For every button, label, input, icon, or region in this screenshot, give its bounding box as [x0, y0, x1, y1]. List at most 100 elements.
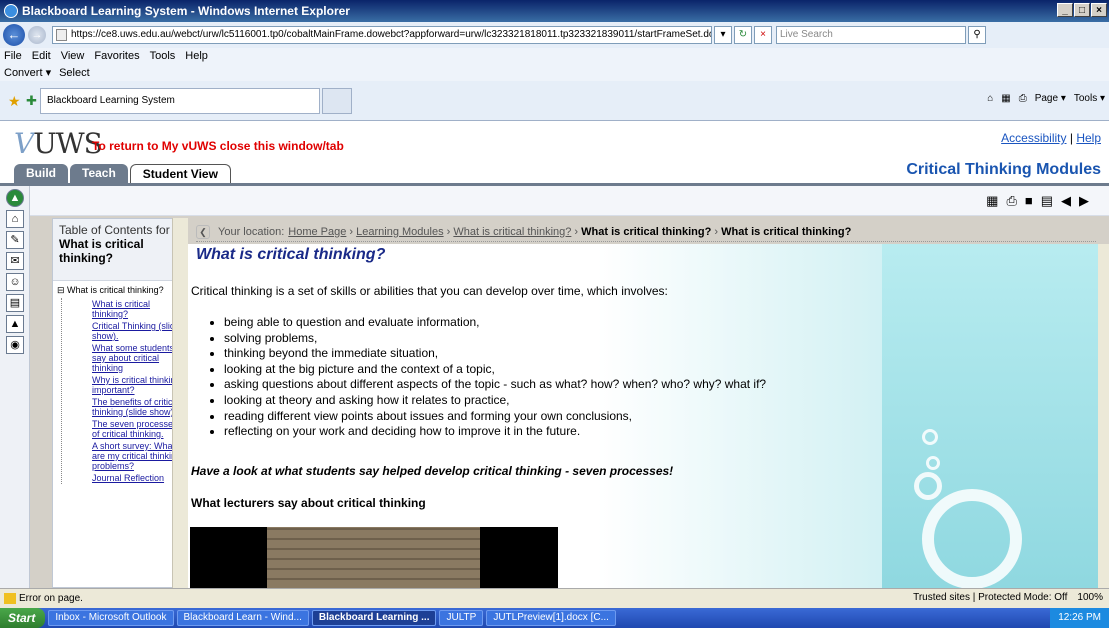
toc-subject: What is critical thinking?: [59, 237, 144, 265]
url-field[interactable]: https://ce8.uws.edu.au/webct/urw/lc51160…: [52, 26, 712, 44]
circle-decoration: [922, 429, 938, 445]
menu-favorites[interactable]: Favorites: [94, 50, 139, 62]
task-jultp[interactable]: JULTP: [439, 610, 484, 626]
menu-tools[interactable]: Tools: [150, 50, 176, 62]
page-menu[interactable]: Page ▾: [1035, 93, 1066, 104]
status-right: Trusted sites | Protected Mode: Off 100%: [913, 592, 1103, 603]
content-rail-icon[interactable]: ▤: [6, 294, 24, 312]
left-rail: ▲ ⌂ ✎ ✉ ☺ ▤ ▲ ◉: [0, 186, 30, 588]
search-input[interactable]: Live Search: [776, 26, 966, 44]
seven-processes-text: Have a look at what students say helped …: [191, 464, 674, 478]
refresh-icon[interactable]: ↻: [734, 26, 752, 44]
module-title: Critical Thinking Modules: [906, 161, 1101, 178]
link-separator: |: [1069, 131, 1073, 145]
tab-build[interactable]: Build: [14, 164, 68, 183]
url-dropdown-icon[interactable]: ▾: [714, 26, 732, 44]
close-button[interactable]: ×: [1091, 3, 1107, 17]
status-message: Error on page.: [19, 593, 83, 604]
menu-help[interactable]: Help: [185, 50, 208, 62]
clock[interactable]: 12:26 PM: [1058, 612, 1101, 623]
warning-icon[interactable]: [4, 593, 16, 604]
help-link[interactable]: Help: [1076, 131, 1101, 145]
content-scrollbar[interactable]: [1098, 244, 1109, 588]
browser-tab[interactable]: Blackboard Learning System: [40, 87, 320, 114]
tab-student-view[interactable]: Student View: [129, 164, 231, 183]
toc-root[interactable]: ⊟ What is critical thinking?: [53, 281, 187, 298]
breadcrumb-topic[interactable]: What is critical thinking?: [453, 226, 571, 238]
add-favorite-icon[interactable]: ✚: [26, 93, 37, 109]
collapse-icon[interactable]: ▲: [6, 189, 24, 207]
discussion-rail-icon[interactable]: ✉: [6, 252, 24, 270]
maximize-button[interactable]: □: [1074, 3, 1090, 17]
list-item: solving problems,: [224, 331, 766, 347]
minimize-button[interactable]: _: [1057, 3, 1073, 17]
zoom-level[interactable]: 100%: [1077, 592, 1103, 603]
new-tab-button[interactable]: [322, 87, 352, 114]
status-bar: Error on page. Trusted sites | Protected…: [0, 588, 1109, 608]
intro-text: Critical thinking is a set of skills or …: [191, 284, 668, 298]
feeds-icon[interactable]: ▦: [1001, 93, 1010, 104]
convert-button[interactable]: Convert ▾: [4, 66, 51, 79]
home-icon[interactable]: ⌂: [987, 93, 993, 104]
breadcrumb-home[interactable]: Home Page: [288, 226, 346, 238]
print-icon[interactable]: ⎙: [1019, 93, 1027, 104]
task-blackboard-learning[interactable]: Blackboard Learning ...: [311, 610, 437, 626]
accessibility-link[interactable]: Accessibility: [1001, 131, 1066, 145]
table-of-contents: Table of Contents for What is critical t…: [52, 218, 188, 588]
forward-button[interactable]: →: [28, 26, 46, 44]
home-rail-icon[interactable]: ⌂: [6, 210, 24, 228]
taskbar: Start Inbox - Microsoft Outlook Blackboa…: [0, 608, 1109, 628]
tab-teach[interactable]: Teach: [70, 164, 128, 183]
breadcrumb-prefix: Your location:: [218, 225, 285, 238]
favorites-star-icon[interactable]: ★: [8, 93, 21, 110]
tools-rail-icon[interactable]: ✎: [6, 231, 24, 249]
window-controls: _ □ ×: [1057, 3, 1107, 17]
page-icon: [56, 29, 67, 41]
address-bar: ← → https://ce8.uws.edu.au/webct/urw/lc5…: [0, 22, 1109, 48]
back-arrow-icon[interactable]: ❮: [196, 224, 210, 239]
back-button[interactable]: ←: [3, 24, 25, 46]
print-page-icon[interactable]: ⎙: [1006, 193, 1016, 209]
circle-decoration: [922, 489, 1022, 588]
toc-scrollbar[interactable]: [172, 218, 188, 588]
return-message: To return to My vUWS close this window/t…: [92, 139, 344, 153]
toc-items: What is critical thinking? Critical Thin…: [61, 298, 187, 484]
content-tools: ▦ ⎙ ■ ▤ ◀ ▶: [986, 193, 1089, 209]
security-zone: Trusted sites | Protected Mode: Off: [913, 592, 1068, 603]
previous-icon[interactable]: ◀: [1061, 193, 1071, 209]
bookmark-icon[interactable]: ▦: [986, 193, 998, 209]
search-icon[interactable]: ⚲: [968, 26, 986, 44]
window-title-bar: Blackboard Learning System - Windows Int…: [0, 0, 1109, 22]
breadcrumb-current-page: What is critical thinking?: [721, 225, 852, 238]
mail-rail-icon[interactable]: ▲: [6, 315, 24, 333]
list-item: looking at theory and asking how it rela…: [224, 393, 766, 409]
next-icon[interactable]: ▶: [1079, 193, 1089, 209]
circle-decoration: [926, 456, 940, 470]
menu-view[interactable]: View: [61, 50, 85, 62]
tools-menu[interactable]: Tools ▾: [1074, 93, 1105, 104]
menu-edit[interactable]: Edit: [32, 50, 51, 62]
page-title: What is critical thinking?: [196, 246, 386, 263]
select-button[interactable]: Select: [59, 67, 90, 79]
decorative-panel: [882, 244, 1098, 588]
list-item: thinking beyond the immediate situation,: [224, 346, 766, 362]
task-outlook[interactable]: Inbox - Microsoft Outlook: [48, 610, 174, 626]
tab-label: Blackboard Learning System: [47, 95, 175, 106]
notes-icon[interactable]: ■: [1025, 193, 1033, 209]
menu-file[interactable]: File: [4, 50, 22, 62]
start-button[interactable]: Start: [0, 608, 46, 628]
breadcrumb-modules[interactable]: Learning Modules: [356, 226, 443, 238]
task-jutlpreview[interactable]: JUTLPreview[1].docx [C...: [486, 610, 616, 626]
ie-toolbar: ⌂ ▦ ⎙ Page ▾ Tools ▾: [987, 93, 1105, 104]
list-item: reading different view points about issu…: [224, 409, 766, 425]
stop-icon[interactable]: ×: [754, 26, 772, 44]
globe-rail-icon[interactable]: ◉: [6, 336, 24, 354]
toc-heading: Table of Contents for: [59, 223, 170, 237]
list-item: asking questions about different aspects…: [224, 377, 766, 393]
compile-icon[interactable]: ▤: [1041, 193, 1053, 209]
view-tabs: Build Teach Student View: [14, 164, 231, 183]
video-player[interactable]: [190, 527, 558, 588]
users-rail-icon[interactable]: ☺: [6, 273, 24, 291]
task-blackboard-learn[interactable]: Blackboard Learn - Wind...: [176, 610, 309, 626]
pdf-command-bar: Convert ▾ Select: [0, 64, 1109, 81]
